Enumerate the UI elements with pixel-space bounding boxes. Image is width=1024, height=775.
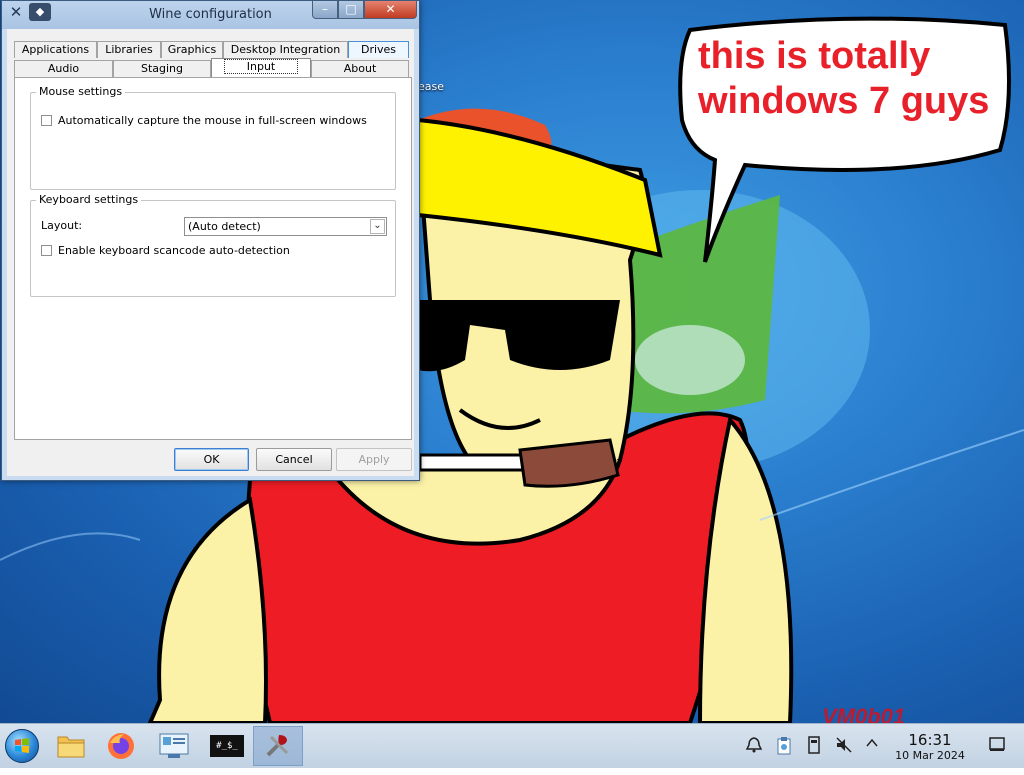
layout-select-value: (Auto detect) <box>188 220 261 233</box>
clock-date[interactable]: 10 Mar 2024 <box>889 749 971 762</box>
desktop-icon-label[interactable]: ease <box>418 80 444 93</box>
layout-label: Layout: <box>41 219 83 232</box>
close-button[interactable]: ✕ <box>364 1 417 19</box>
tab-libraries[interactable]: Libraries <box>97 41 161 58</box>
scancode-detection-label[interactable]: Enable keyboard scancode auto-detection <box>58 244 290 257</box>
mouse-settings-title: Mouse settings <box>36 85 126 98</box>
tab-input[interactable]: Input <box>211 58 311 77</box>
control-panel-icon <box>159 733 189 758</box>
firefox-icon <box>108 733 134 759</box>
sd-card-icon <box>808 736 820 754</box>
wine-config-taskbar-button[interactable] <box>253 726 303 766</box>
wine-configuration-window: ✕ ◆ Wine configuration – □ ✕ Application… <box>1 0 420 481</box>
tab-staging[interactable]: Staging <box>113 60 211 77</box>
speech-bubble-line-1: this is totally <box>698 35 931 77</box>
speech-bubble-line-2: windows 7 guys <box>698 80 990 122</box>
file-manager-button[interactable] <box>49 726 93 766</box>
speaker-muted-icon <box>836 737 852 753</box>
chevron-down-icon[interactable]: ⌄ <box>370 219 385 234</box>
keyboard-settings-group: Keyboard settings Layout: (Auto detect) … <box>30 193 396 297</box>
tab-applications[interactable]: Applications <box>14 41 97 58</box>
minimize-button[interactable]: – <box>312 1 338 19</box>
start-button[interactable] <box>5 729 39 763</box>
tab-drives[interactable]: Drives <box>348 41 409 58</box>
speech-bubble-text: this is totally windows 7 guys <box>698 34 998 124</box>
capture-mouse-label[interactable]: Automatically capture the mouse in full-… <box>58 114 367 127</box>
tab-input-label: Input <box>223 59 299 74</box>
tray-expand-icon[interactable] <box>862 736 882 756</box>
clipboard-icon[interactable] <box>774 736 794 756</box>
tab-about[interactable]: About <box>311 60 409 77</box>
ok-button[interactable]: OK <box>174 448 249 471</box>
terminal-button[interactable]: #_$_ <box>205 726 249 766</box>
capture-mouse-checkbox[interactable] <box>41 115 52 126</box>
keyboard-settings-title: Keyboard settings <box>36 193 142 206</box>
folder-icon <box>57 736 85 758</box>
maximize-button[interactable]: □ <box>338 1 364 19</box>
scancode-detection-checkbox[interactable] <box>41 245 52 256</box>
control-panel-button[interactable] <box>152 726 196 766</box>
dialog-client-area: Applications Libraries Graphics Desktop … <box>7 29 414 476</box>
tab-audio[interactable]: Audio <box>14 60 113 77</box>
tab-graphics[interactable]: Graphics <box>161 41 223 58</box>
cancel-button[interactable]: Cancel <box>256 448 332 471</box>
layout-select[interactable]: (Auto detect) ⌄ <box>184 217 387 236</box>
mouse-settings-group: Mouse settings Automatically capture the… <box>30 85 396 190</box>
bell-icon <box>745 737 763 753</box>
tab-desktop-integration[interactable]: Desktop Integration <box>223 41 348 58</box>
volume-muted-icon[interactable] <box>834 736 854 756</box>
apply-button[interactable]: Apply <box>336 448 412 471</box>
show-desktop-icon <box>989 737 1005 751</box>
watermark: VM0b01 <box>822 704 906 723</box>
notifications-icon[interactable] <box>744 736 764 756</box>
firefox-button[interactable] <box>99 726 143 766</box>
clock-time[interactable]: 16:31 <box>903 731 957 749</box>
chevron-up-icon <box>866 738 878 747</box>
show-desktop-button[interactable] <box>987 736 1007 756</box>
taskbar: #_$_ 16:31 10 Mar 2024 <box>0 723 1024 768</box>
terminal-icon: #_$_ <box>210 735 244 757</box>
wine-config-icon <box>266 735 289 757</box>
clipboard-glyph-icon <box>777 737 791 755</box>
input-tab-panel: Mouse settings Automatically capture the… <box>14 77 412 440</box>
windows-logo-icon <box>15 738 29 753</box>
storage-icon[interactable] <box>804 736 824 756</box>
